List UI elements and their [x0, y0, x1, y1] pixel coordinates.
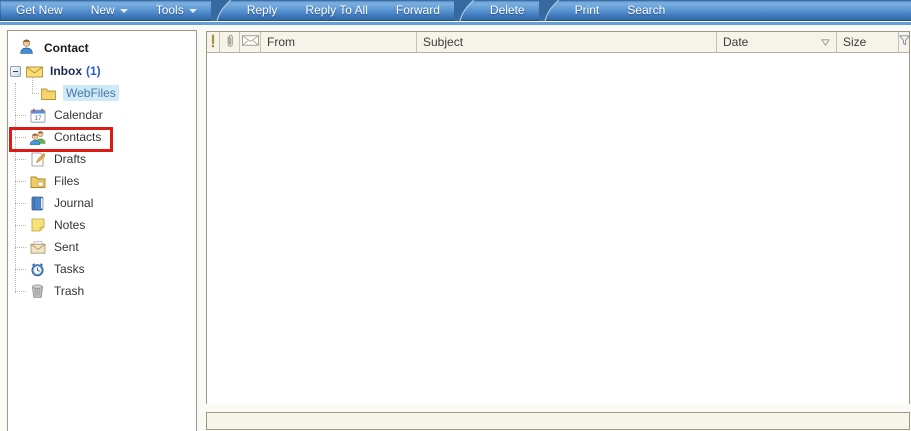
toolbar-group-delete: Delete [474, 0, 539, 20]
sidebar-item-notes[interactable]: Notes [8, 214, 196, 236]
column-header-importance[interactable] [207, 32, 220, 52]
print-button[interactable]: Print [559, 0, 614, 20]
folder-sidebar: Contact Inbox (1) WebFiles 17 Calendar C… [7, 30, 197, 431]
sent-icon [28, 241, 47, 254]
new-label: New [90, 3, 115, 17]
message-list-header: From Subject Date Size [207, 32, 909, 53]
toolbar-group-message: Reply Reply To All Forward [231, 0, 454, 20]
importance-icon [210, 33, 216, 51]
sidebar-item-inbox[interactable]: Inbox (1) [8, 60, 196, 82]
folder-tree: Inbox (1) WebFiles 17 Calendar Contacts … [8, 60, 196, 302]
folder-icon [39, 87, 58, 100]
sidebar-item-label: Drafts [54, 152, 87, 166]
column-header-filter[interactable] [899, 32, 909, 52]
column-header-from[interactable]: From [261, 32, 417, 52]
message-list-panel: From Subject Date Size [206, 31, 910, 404]
delete-label: Delete [489, 3, 525, 17]
trash-icon [28, 284, 47, 298]
sidebar-item-label: Trash [54, 284, 85, 298]
unread-count-badge: (1) [86, 64, 101, 78]
journal-icon [28, 196, 47, 211]
reply-to-all-label: Reply To All [305, 3, 368, 17]
search-label: Search [627, 3, 666, 17]
preview-pane [206, 412, 910, 430]
reply-label: Reply [246, 3, 278, 17]
chevron-down-icon [188, 9, 197, 13]
message-list-body[interactable] [207, 53, 909, 404]
date-column-label: Date [723, 35, 749, 49]
get-new-button[interactable]: Get New [0, 0, 77, 20]
reply-button[interactable]: Reply [231, 0, 292, 20]
sidebar-item-label: Contacts [54, 130, 102, 144]
collapse-toggle-icon[interactable] [10, 65, 21, 77]
sidebar-item-label: Sent [54, 240, 79, 254]
delete-button[interactable]: Delete [474, 0, 539, 20]
tools-menu-button[interactable]: Tools [142, 0, 211, 20]
person-icon [18, 38, 35, 58]
sidebar-item-trash[interactable]: Trash [8, 280, 196, 302]
sidebar-item-contacts[interactable]: Contacts [8, 126, 196, 148]
drafts-icon [28, 152, 47, 167]
sidebar-item-sent[interactable]: Sent [8, 236, 196, 258]
contacts-icon [28, 130, 47, 145]
toolbar-group-utility: Print Search [559, 0, 680, 20]
sidebar-item-tasks[interactable]: Tasks [8, 258, 196, 280]
tools-label: Tools [155, 3, 184, 17]
sidebar-item-webfiles[interactable]: WebFiles [8, 78, 196, 104]
column-header-attachment[interactable] [220, 32, 240, 52]
sidebar-item-label: WebFiles [63, 85, 119, 101]
sidebar-item-label: Tasks [54, 262, 85, 276]
sidebar-item-label: Journal [54, 196, 94, 210]
attachment-icon [225, 33, 235, 51]
sidebar-item-drafts[interactable]: Drafts [8, 148, 196, 170]
sidebar-title: Contact [44, 41, 89, 55]
new-menu-button[interactable]: New [77, 0, 142, 20]
calendar-icon: 17 [28, 108, 47, 123]
sidebar-item-label: Calendar [54, 108, 103, 122]
toolbar-group-separator [453, 0, 474, 21]
toolbar-group-separator [538, 0, 559, 21]
from-column-label: From [267, 35, 295, 49]
calendar-day-number: 17 [34, 115, 42, 122]
column-header-subject[interactable]: Subject [417, 32, 717, 52]
toolbar: Get New New Tools Reply Reply To All For… [0, 0, 911, 21]
inbox-envelope-icon [25, 64, 44, 78]
envelope-icon [241, 35, 259, 49]
size-column-label: Size [843, 35, 867, 49]
filter-icon [899, 35, 909, 49]
search-button[interactable]: Search [613, 0, 679, 20]
toolbar-group-mailbox: Get New New Tools [0, 0, 211, 20]
chevron-down-icon [119, 9, 128, 13]
column-header-size[interactable]: Size [837, 32, 899, 52]
toolbar-group-separator [210, 0, 231, 21]
print-label: Print [574, 3, 600, 17]
sidebar-item-label: Files [54, 174, 80, 188]
get-new-label: Get New [16, 3, 63, 17]
sidebar-item-files[interactable]: Files [8, 170, 196, 192]
tasks-icon [28, 262, 47, 277]
forward-button[interactable]: Forward [382, 0, 454, 20]
reply-to-all-button[interactable]: Reply To All [291, 0, 381, 20]
subject-column-label: Subject [423, 35, 464, 49]
column-header-read-status[interactable] [240, 32, 261, 52]
column-header-date[interactable]: Date [717, 32, 837, 52]
toolbar-accent-strip [0, 22, 911, 25]
files-icon [28, 175, 47, 188]
forward-label: Forward [395, 3, 440, 17]
sidebar-item-label: Notes [54, 218, 86, 232]
sort-descending-icon [820, 35, 831, 49]
sidebar-item-label: Inbox [50, 64, 82, 78]
notes-icon [28, 218, 47, 232]
sidebar-header: Contact [18, 38, 89, 58]
sidebar-item-calendar[interactable]: 17 Calendar [8, 104, 196, 126]
sidebar-item-journal[interactable]: Journal [8, 192, 196, 214]
